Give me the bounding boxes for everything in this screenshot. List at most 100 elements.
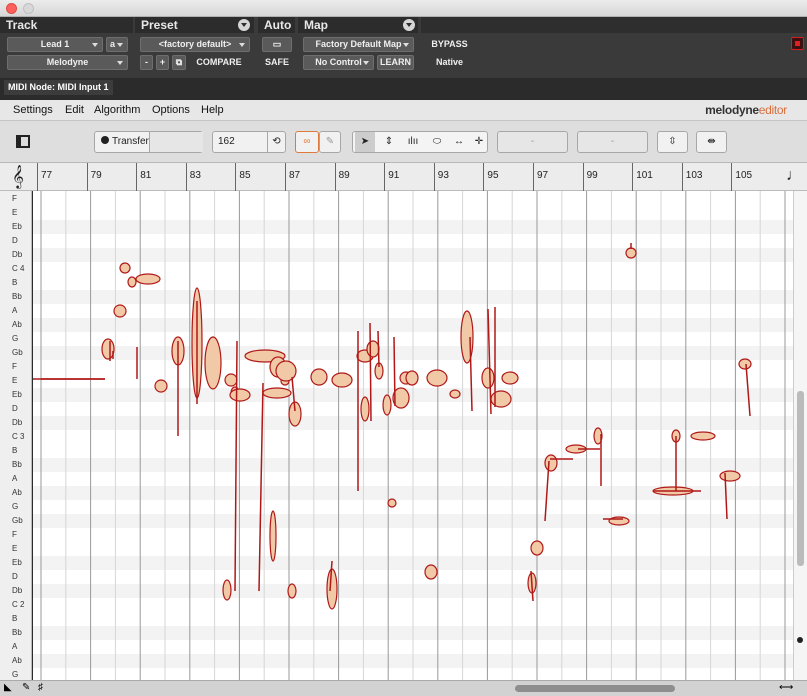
menu-options[interactable]: Options — [152, 104, 190, 116]
menu-bar: Settings Edit Algorithm Options Help mel… — [0, 100, 807, 121]
note-blob[interactable] — [310, 368, 328, 386]
menu-help[interactable]: Help — [201, 104, 224, 116]
close-window-button[interactable] — [6, 3, 17, 14]
preset-header-label: Preset — [141, 18, 178, 32]
map-select[interactable]: Factory Default Map — [303, 37, 414, 52]
native-button[interactable]: Native — [427, 55, 472, 70]
preset-next-button[interactable]: + — [156, 55, 169, 70]
map-header: Map — [298, 17, 418, 33]
note-blob[interactable] — [490, 390, 512, 408]
vertical-scrollbar[interactable] — [793, 191, 807, 680]
pitch-ruler[interactable]: F E Eb D Db C 4 B Bb A Ab G Gb F E Eb D Db C 3 B Bb A Ab G Gb F E… — [0, 191, 32, 680]
note-blob[interactable] — [424, 564, 438, 580]
map-menu-icon[interactable] — [403, 19, 415, 31]
note-blob[interactable] — [127, 276, 137, 288]
pitch-link-icon[interactable]: ∞ — [295, 131, 319, 153]
preset-select[interactable]: <factory default> — [140, 37, 250, 52]
note-blob[interactable] — [360, 396, 370, 422]
note-blob[interactable] — [135, 273, 161, 285]
note-blob[interactable] — [738, 358, 752, 370]
pitch-label: Gb — [12, 348, 23, 357]
menu-algorithm[interactable]: Algorithm — [94, 104, 140, 116]
scale-icon[interactable]: ♯ — [38, 682, 43, 693]
separation-tool-icon[interactable]: ✛ — [469, 132, 489, 152]
inspector-toggle-icon[interactable] — [16, 135, 30, 148]
track-select[interactable]: Lead 1 — [7, 37, 103, 52]
note-blob[interactable] — [690, 431, 716, 441]
main-tool-icon[interactable]: ➤ — [355, 132, 375, 152]
automation-icon[interactable]: ▭ — [262, 37, 292, 52]
note-blob[interactable] — [331, 372, 353, 388]
note-blob[interactable] — [382, 394, 392, 416]
pitch-label: E — [12, 208, 18, 217]
learn-button[interactable]: LEARN — [377, 55, 414, 70]
preset-menu-icon[interactable] — [238, 19, 250, 31]
note-blob[interactable] — [287, 583, 297, 599]
minimize-window-button[interactable] — [23, 3, 34, 14]
header-filler — [421, 17, 807, 33]
horizontal-scroll-thumb[interactable] — [515, 685, 675, 692]
pitch-label: F — [12, 530, 17, 539]
clef-icon[interactable]: 𝄞 — [0, 163, 38, 191]
zoom-icon[interactable]: ⟷ — [779, 682, 793, 693]
note-blob[interactable] — [405, 370, 419, 386]
note-value-icon[interactable]: ♩ — [786, 167, 802, 185]
tempo-field[interactable]: 162 ⟲ — [212, 131, 286, 153]
note-blob[interactable] — [449, 389, 461, 399]
note-blob[interactable] — [269, 510, 277, 562]
correct-pitch-icon[interactable]: ⇳ — [657, 131, 688, 153]
pitch-value-field[interactable]: - — [497, 131, 568, 153]
note-blob[interactable] — [544, 454, 558, 472]
note-canvas[interactable] — [33, 191, 793, 680]
quantize-time-icon[interactable]: ⇼ — [696, 131, 727, 153]
note-blob[interactable] — [101, 338, 115, 360]
safe-button[interactable]: SAFE — [262, 55, 292, 70]
note-blob[interactable] — [719, 470, 741, 482]
note-blob[interactable] — [262, 387, 292, 399]
bypass-button[interactable]: BYPASS — [427, 37, 472, 52]
amplitude-tool-icon[interactable]: ⬭ — [427, 132, 447, 152]
note-blob[interactable] — [154, 379, 168, 393]
pencil-icon[interactable]: ✎ — [22, 682, 30, 693]
copy-settings-icon[interactable]: ⧉ — [172, 55, 186, 70]
note-blob[interactable] — [224, 373, 238, 387]
menu-edit[interactable]: Edit — [65, 104, 84, 116]
vertical-scroll-thumb[interactable] — [797, 391, 804, 566]
note-blob[interactable] — [481, 367, 495, 389]
note-blob[interactable] — [222, 579, 232, 601]
zoom-dot-icon[interactable] — [797, 637, 803, 643]
note-blob[interactable] — [119, 262, 131, 274]
preset-prev-button[interactable]: - — [140, 55, 153, 70]
note-blob[interactable] — [275, 360, 297, 382]
time-tool-icon[interactable]: ↔ — [449, 132, 469, 152]
pitch-tool-icon[interactable]: ⇕ — [379, 132, 399, 152]
formant-tool-icon[interactable]: ılıı — [403, 132, 423, 152]
track-slot-select[interactable]: a — [106, 37, 128, 52]
length-value: - — [610, 136, 615, 147]
length-value-field[interactable]: - — [577, 131, 648, 153]
menu-settings[interactable]: Settings — [13, 104, 53, 116]
midi-node-select[interactable]: MIDI Node: MIDI Input 1 — [4, 80, 113, 95]
insert-select[interactable]: Melodyne — [7, 55, 128, 70]
bar-number: 93 — [433, 163, 449, 191]
wrench-icon[interactable]: ✎ — [319, 131, 341, 153]
note-blob[interactable] — [501, 371, 519, 385]
control-select[interactable]: No Control — [303, 55, 374, 70]
note-blob[interactable] — [426, 369, 448, 387]
note-blob[interactable] — [113, 304, 127, 318]
note-blob[interactable] — [608, 516, 630, 526]
corner-tool-icon[interactable]: ◣ — [4, 682, 12, 693]
note-blob[interactable] — [625, 247, 637, 259]
record-enable-icon[interactable] — [791, 37, 804, 50]
note-editor[interactable] — [33, 191, 793, 680]
compare-button[interactable]: COMPARE — [189, 55, 249, 70]
note-blob[interactable] — [387, 498, 397, 508]
note-blob[interactable] — [530, 540, 544, 556]
tempo-link-icon[interactable]: ⟲ — [267, 132, 285, 152]
note-blob[interactable] — [229, 388, 251, 402]
note-blob[interactable] — [366, 340, 380, 358]
bar-ruler[interactable]: 𝄞 77 79 81 83 85 87 89 91 93 95 97 99 101 103 105 ♩ — [0, 163, 807, 191]
note-blob[interactable] — [326, 568, 338, 610]
note-blob[interactable] — [204, 336, 222, 390]
transfer-button[interactable]: Transfer — [94, 131, 203, 153]
